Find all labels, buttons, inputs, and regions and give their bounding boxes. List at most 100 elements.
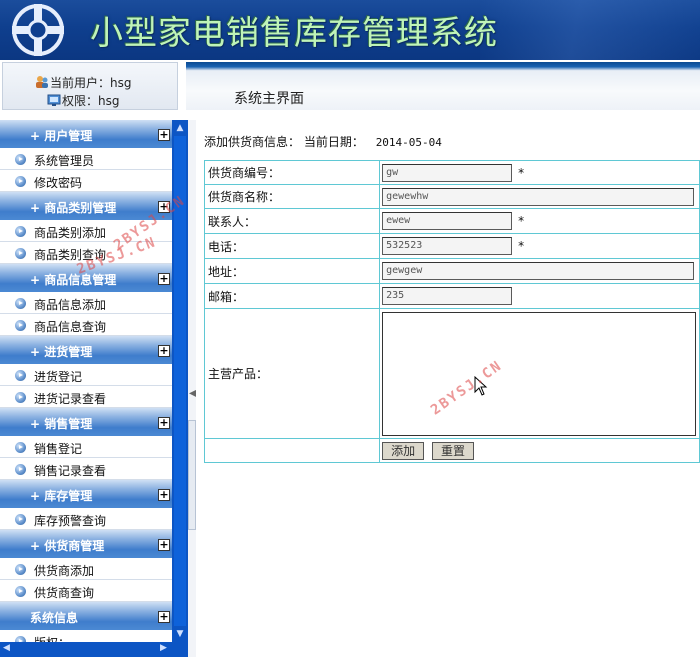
sidebar-horizontal-scrollbar[interactable]: ◀ ▶ (0, 642, 190, 657)
form-info-line: 添加供货商信息： 当前日期： 2014-05-04 (204, 133, 442, 150)
expand-icon[interactable]: + (158, 273, 170, 285)
app-title: 小型家电销售库存管理系统 (90, 13, 498, 52)
sidebar-menu-item[interactable]: 商品信息添加 (0, 292, 172, 314)
user-info-box: 当前用户：hsg 权限：hsg (2, 62, 178, 110)
sidebar-menu-item[interactable]: 进货记录查看 (0, 386, 172, 408)
bullet-arrow-icon (15, 298, 26, 309)
sidebar-menu-item-label: 版权：........ (34, 634, 101, 642)
bullet-arrow-icon (15, 154, 26, 165)
sidebar-section-label: 系统信息 (30, 611, 79, 625)
required-mark: * (518, 214, 525, 228)
add-button[interactable]: 添加 (382, 441, 425, 460)
bullet-arrow-icon (15, 248, 26, 259)
address-input[interactable]: gewgew (382, 262, 695, 280)
expand-icon[interactable]: + (158, 417, 170, 429)
expand-icon[interactable]: + (158, 489, 170, 501)
code-label: 供货商编号： (203, 160, 381, 185)
sidebar-menu-item-label: 商品信息添加 (34, 298, 107, 312)
bullet-arrow-icon (15, 370, 26, 381)
current-user-row: 当前用户：hsg (35, 74, 131, 90)
sidebar-menu-item[interactable]: 版权：........ (0, 630, 172, 642)
user-icon (36, 76, 48, 88)
email-label: 邮箱： (203, 283, 381, 309)
sidebar-section-label: + 销售管理 (30, 417, 93, 431)
main-products-textarea[interactable] (382, 311, 697, 436)
scroll-up-icon[interactable]: ▲ (174, 122, 186, 134)
main-content: 添加供货商信息： 当前日期： 2014-05-04 供货商编号： gw * 供货… (196, 120, 700, 657)
scroll-down-icon[interactable]: ▼ (174, 628, 186, 640)
page-title: 系统主界面 (234, 91, 304, 107)
splitter-grip[interactable] (188, 420, 196, 530)
sidebar-menu-item[interactable]: 商品信息查询 (0, 314, 172, 336)
supplier-form-table: 供货商编号： gw * 供货商名称： gewewhw 联系人： ewew * 电… (203, 160, 700, 463)
sidebar-menu-item-label: 供货商添加 (34, 564, 95, 578)
sidebar-section-header[interactable]: + 供货商管理 + (0, 530, 172, 558)
permission-text: 权限：hsg (62, 93, 120, 108)
sidebar-section-label: + 进货管理 (30, 345, 93, 359)
contact-input[interactable]: ewew (382, 212, 513, 230)
address-label: 地址： (203, 258, 381, 284)
sidebar-menu-item-label: 销售登记 (34, 442, 83, 456)
banner-highlight (480, 0, 700, 60)
date-label: 当前日期： (303, 135, 364, 149)
sidebar-menu-item[interactable]: 销售记录查看 (0, 458, 172, 480)
contact-label: 联系人： (203, 208, 381, 234)
sidebar-menu-item-label: 商品类别添加 (34, 226, 107, 240)
scroll-left-icon[interactable]: ◀ (3, 643, 10, 653)
expand-icon[interactable]: + (158, 345, 170, 357)
form-heading: 添加供货商信息： (204, 135, 301, 149)
permission-row: 权限：hsg (47, 92, 119, 108)
reset-button[interactable]: 重置 (431, 441, 474, 460)
phone-label: 电话： (203, 233, 381, 259)
sidebar-menu-item[interactable]: 库存预警查询 (0, 508, 172, 530)
sidebar-section-header[interactable]: + 用户管理 + (0, 120, 172, 148)
sidebar-section-header[interactable]: + 销售管理 + (0, 408, 172, 436)
sidebar-menu: + 用户管理 + 系统管理员 修改密码 + 商品类别管理 + 商品类别添加 商品类别查询 + 商… (0, 120, 172, 642)
sidebar-menu-item[interactable]: 供货商查询 (0, 580, 172, 602)
sidebar-menu-item-label: 商品信息查询 (34, 320, 107, 334)
expand-icon[interactable]: + (158, 539, 170, 551)
required-mark: * (518, 239, 525, 253)
main-header-bar: 系统主界面 (186, 62, 700, 110)
permission-icon (47, 94, 61, 106)
expand-icon[interactable]: + (158, 129, 170, 141)
expand-icon[interactable]: + (158, 611, 170, 623)
bullet-arrow-icon (15, 442, 26, 453)
sidebar-section-label: + 用户管理 (30, 129, 93, 143)
sidebar-menu-item-label: 库存预警查询 (34, 514, 107, 528)
sidebar-menu-item-label: 修改密码 (34, 176, 83, 190)
bullet-arrow-icon (15, 586, 26, 597)
products-label: 主营产品： (203, 308, 381, 439)
bullet-arrow-icon (15, 392, 26, 403)
scroll-right-icon[interactable]: ▶ (160, 643, 167, 653)
actions-spacer (203, 438, 381, 463)
name-label: 供货商名称： (203, 184, 381, 209)
current-user-text: 当前用户：hsg (50, 75, 132, 90)
phone-input[interactable]: 532523 (382, 237, 513, 255)
supplier-code-input[interactable]: gw (382, 163, 513, 182)
sidebar-section-header[interactable]: 系统信息 + (0, 602, 172, 630)
date-value: 2014-05-04 (375, 136, 442, 149)
sidebar-menu-item-label: 进货记录查看 (34, 392, 107, 406)
header-banner: 小型家电销售库存管理系统 (0, 0, 700, 60)
sidebar-menu-item[interactable]: 供货商添加 (0, 558, 172, 580)
sidebar-menu-item[interactable]: 销售登记 (0, 436, 172, 458)
bullet-arrow-icon (15, 226, 26, 237)
bullet-arrow-icon (15, 564, 26, 575)
sidebar-section-header[interactable]: + 进货管理 + (0, 336, 172, 364)
sidebar-menu-item[interactable]: 系统管理员 (0, 148, 172, 170)
sidebar-menu-item-label: 系统管理员 (34, 154, 95, 168)
sidebar-menu-item[interactable]: 修改密码 (0, 170, 172, 192)
email-input[interactable]: 235 (382, 287, 513, 305)
sidebar-menu-item[interactable]: 进货登记 (0, 364, 172, 386)
required-mark: * (518, 165, 525, 180)
sidebar-menu-item-label: 销售记录查看 (34, 464, 107, 478)
supplier-name-input[interactable]: gewewhw (382, 187, 695, 206)
sidebar-section-header[interactable]: + 库存管理 + (0, 480, 172, 508)
frame-splitter[interactable]: ◀ (188, 120, 197, 657)
sidebar-menu-item-label: 进货登记 (34, 370, 83, 384)
bullet-arrow-icon (15, 514, 26, 525)
bullet-arrow-icon (15, 176, 26, 187)
sidebar-section-label: + 商品类别管理 (30, 201, 117, 215)
sidebar-section-label: + 商品信息管理 (30, 273, 117, 287)
